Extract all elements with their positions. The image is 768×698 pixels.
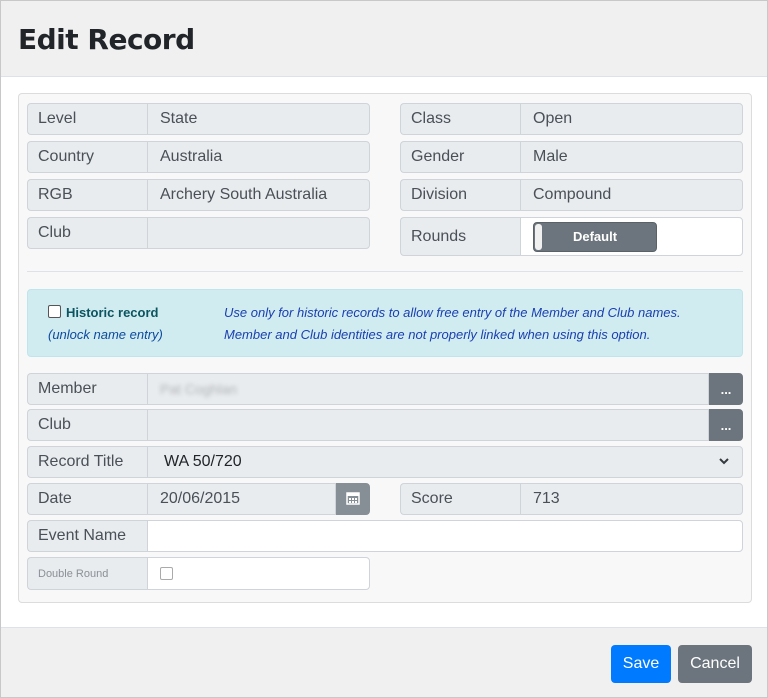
country-label: Country [27, 141, 147, 173]
section-divider [27, 271, 743, 272]
rounds-toggle[interactable]: Default [533, 221, 657, 252]
rounds-value: Default [520, 217, 743, 256]
cancel-button[interactable]: Cancel [678, 645, 752, 683]
score-label: Score [400, 483, 520, 515]
historic-label[interactable]: Historic record [66, 305, 158, 320]
level-group: Level State [27, 103, 370, 135]
rgb-group: RGB Archery South Australia [27, 179, 370, 211]
date-label: Date [27, 483, 147, 515]
historic-sublabel: (unlock name entry) [48, 327, 163, 342]
rounds-group: Rounds Default [400, 217, 743, 256]
member-browse-button[interactable]: ... [709, 373, 743, 405]
event-name-label: Event Name [27, 520, 147, 552]
date-field[interactable]: 20/06/2015 [147, 483, 336, 515]
rgb-value: Archery South Australia [147, 179, 370, 211]
double-round-field [147, 557, 370, 590]
member-field: Pat Coghlan [147, 373, 709, 405]
gender-value: Male [520, 141, 743, 173]
country-value: Australia [147, 141, 370, 173]
event-name-group: Event Name [27, 520, 743, 552]
division-value: Compound [520, 179, 743, 211]
historic-checkbox[interactable] [48, 305, 61, 318]
gender-label: Gender [400, 141, 520, 173]
club-browse-button[interactable]: ... [709, 409, 743, 441]
double-round-label: Double Round [27, 557, 147, 590]
event-name-input[interactable] [147, 520, 743, 552]
modal-title: Edit Record [18, 23, 195, 56]
rgb-label: RGB [27, 179, 147, 211]
division-label: Division [400, 179, 520, 211]
chevron-down-icon [718, 454, 730, 470]
double-round-checkbox[interactable] [160, 567, 173, 580]
country-group: Country Australia [27, 141, 370, 173]
club-info-group: Club [27, 217, 370, 249]
level-label: Level [27, 103, 147, 135]
modal-footer: Save Cancel [1, 627, 767, 697]
modal-header: Edit Record [1, 1, 767, 77]
rounds-label: Rounds [400, 217, 520, 256]
class-label: Class [400, 103, 520, 135]
historic-note-line2: Member and Club identities are not prope… [224, 327, 651, 342]
score-value: 713 [520, 483, 743, 515]
club-info-value [147, 217, 370, 249]
record-title-label: Record Title [27, 446, 147, 478]
gender-group: Gender Male [400, 141, 743, 173]
club-group: Club ... [27, 409, 743, 441]
historic-note-line1: Use only for historic records to allow f… [224, 305, 681, 320]
edit-record-modal: Edit Record Level State Country Australi… [0, 0, 768, 698]
member-group: Member Pat Coghlan ... [27, 373, 743, 405]
division-group: Division Compound [400, 179, 743, 211]
score-group: Score 713 [400, 483, 743, 515]
calendar-icon [346, 491, 360, 508]
class-value: Open [520, 103, 743, 135]
double-round-group: Double Round [27, 557, 370, 590]
record-title-value: WA 50/720 [164, 453, 242, 470]
club-label: Club [27, 409, 147, 441]
date-picker-button[interactable] [336, 483, 370, 515]
level-value: State [147, 103, 370, 135]
member-value: Pat Coghlan [160, 381, 238, 397]
toggle-label: Default [572, 229, 618, 244]
club-info-label: Club [27, 217, 147, 249]
class-group: Class Open [400, 103, 743, 135]
club-field [147, 409, 709, 441]
member-label: Member [27, 373, 147, 405]
record-title-group: Record Title WA 50/720 [27, 446, 743, 478]
save-button[interactable]: Save [611, 645, 671, 683]
date-group: Date 20/06/2015 [27, 483, 370, 515]
historic-alert: Historic record (unlock name entry) Use … [27, 289, 743, 357]
record-title-select[interactable]: WA 50/720 [147, 446, 743, 478]
